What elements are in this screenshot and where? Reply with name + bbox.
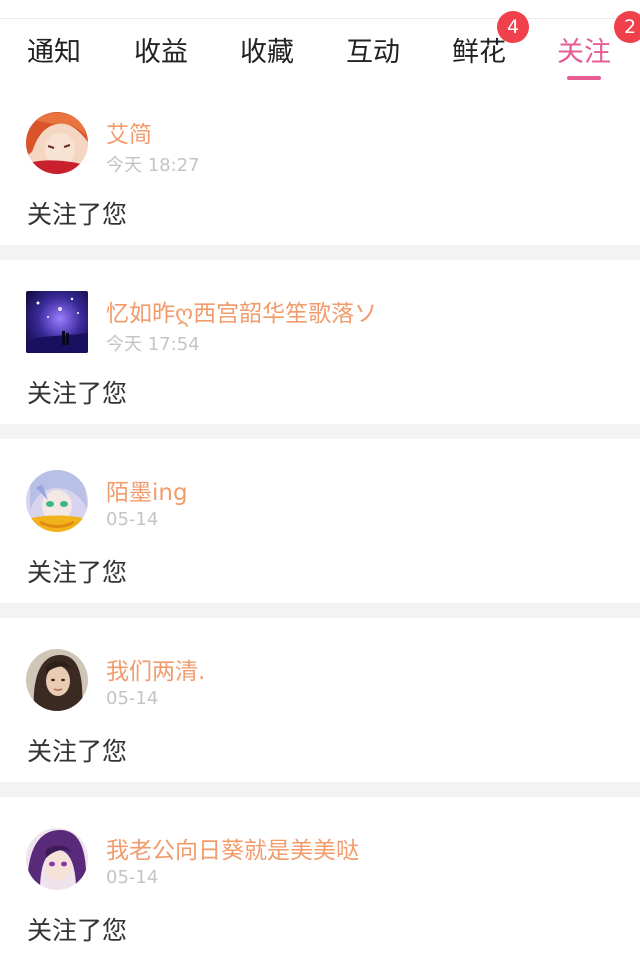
notification-text: 关注了您	[27, 200, 128, 229]
user-name[interactable]: 陌墨ing	[106, 473, 188, 507]
tab-earnings[interactable]: 收益	[108, 19, 214, 81]
tab-flowers[interactable]: 鲜花 4	[426, 11, 532, 81]
avatar[interactable]	[26, 291, 88, 353]
flowers-count-badge: 4	[497, 11, 529, 43]
timestamp: 今天 18:27	[106, 155, 200, 176]
avatar[interactable]	[26, 828, 88, 890]
tab-label: 收藏	[240, 36, 294, 68]
avatar[interactable]	[26, 470, 88, 532]
avatar[interactable]	[26, 112, 88, 174]
anime-silverhair-avatar-icon	[26, 470, 88, 532]
tab-notifications[interactable]: 通知	[0, 19, 108, 81]
tab-label: 关注	[557, 36, 611, 68]
user-name[interactable]: 艾简	[106, 115, 152, 149]
timestamp: 05-14	[106, 688, 159, 709]
tab-label: 通知	[27, 36, 81, 68]
list-item[interactable]: 我老公向日葵就是美美哒 05-14 关注了您	[0, 797, 640, 961]
timestamp: 05-14	[106, 509, 159, 530]
active-tab-indicator	[567, 76, 601, 80]
tab-label: 互动	[346, 36, 400, 68]
follow-notification-list: 艾简 今天 18:27 关注了您 忆如昨ღ西宫韶华笙歌落ソ 今天 17:54 关…	[0, 81, 640, 961]
notification-text: 关注了您	[27, 737, 128, 766]
list-item[interactable]: 艾简 今天 18:27 关注了您	[0, 81, 640, 245]
list-item[interactable]: 我们两清. 05-14 关注了您	[0, 618, 640, 782]
anime-redhead-avatar-icon	[26, 112, 88, 174]
avatar[interactable]	[26, 649, 88, 711]
timestamp: 05-14	[106, 867, 159, 888]
night-scene-avatar-icon	[26, 291, 88, 353]
notification-text: 关注了您	[27, 916, 128, 945]
notification-text: 关注了您	[27, 558, 128, 587]
notification-text: 关注了您	[27, 379, 128, 408]
list-item[interactable]: 忆如昨ღ西宫韶华笙歌落ソ 今天 17:54 关注了您	[0, 260, 640, 424]
tab-favorites[interactable]: 收藏	[214, 19, 320, 81]
user-name[interactable]: 我们两清.	[106, 652, 205, 686]
list-item[interactable]: 陌墨ing 05-14 关注了您	[0, 439, 640, 603]
tab-interactions[interactable]: 互动	[320, 19, 426, 81]
follows-count-badge: 2	[614, 11, 640, 43]
tab-label: 鲜花	[452, 36, 506, 68]
top-divider	[0, 0, 640, 19]
user-name[interactable]: 忆如昨ღ西宫韶华笙歌落ソ	[106, 294, 377, 328]
photo-girl-avatar-icon	[26, 649, 88, 711]
tab-follows[interactable]: 关注 2	[532, 11, 640, 81]
tab-label: 收益	[134, 36, 188, 68]
anime-purplehair-avatar-icon	[26, 828, 88, 890]
tab-bar: 通知 收益 收藏 互动 鲜花 4 关注 2	[0, 11, 640, 81]
user-name[interactable]: 我老公向日葵就是美美哒	[106, 831, 359, 865]
timestamp: 今天 17:54	[106, 334, 200, 355]
